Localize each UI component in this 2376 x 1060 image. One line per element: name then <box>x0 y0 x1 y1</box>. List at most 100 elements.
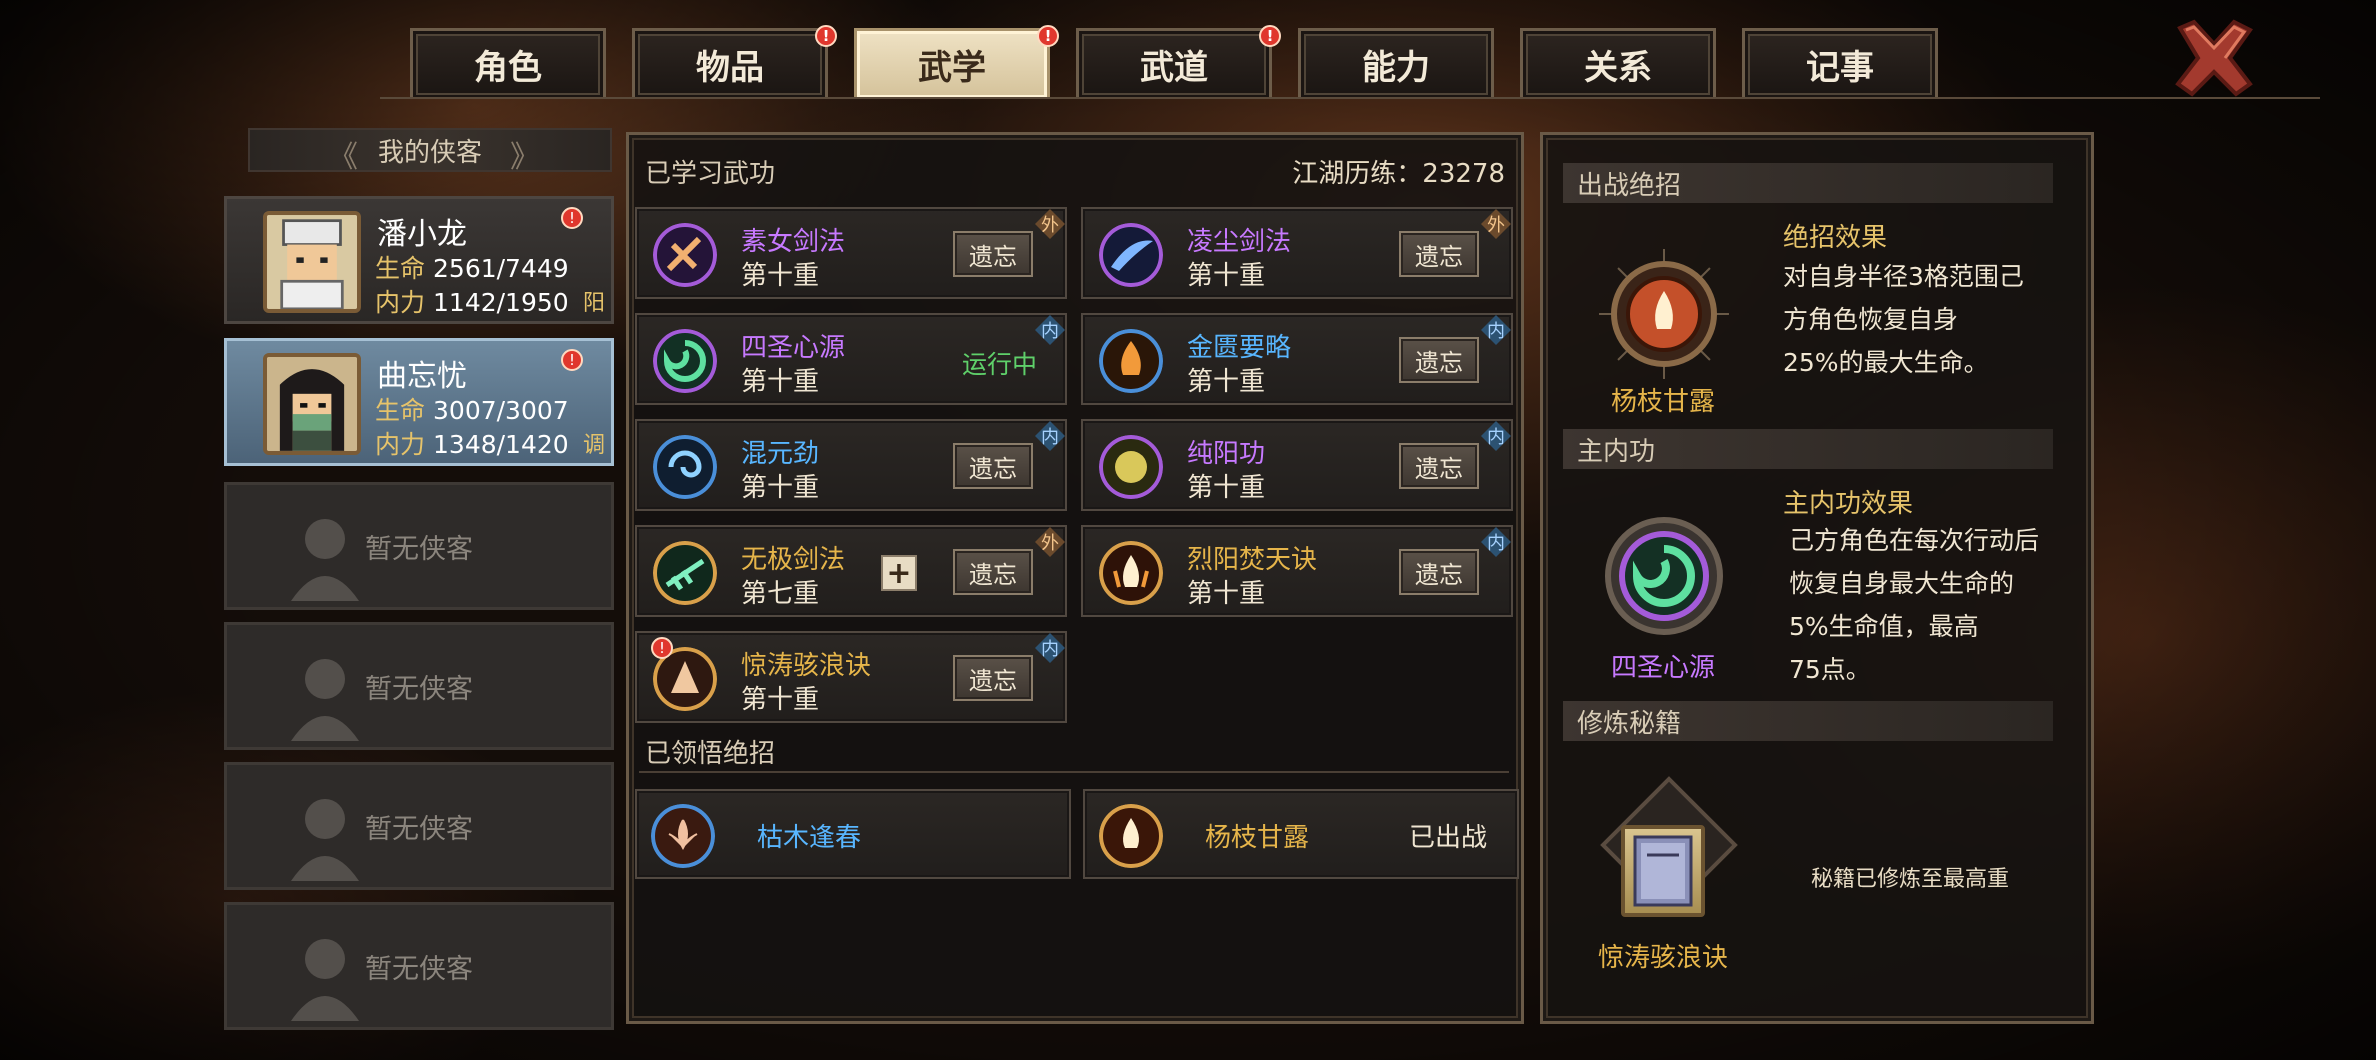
empty-hero-slot[interactable]: 暂无侠客 <box>224 762 614 890</box>
hero-mp: 内力 1142/1950 <box>375 288 569 317</box>
empty-label: 暂无侠客 <box>365 533 473 565</box>
forget-button[interactable]: 遗忘 <box>953 655 1033 701</box>
skill-name: 素女剑法 <box>741 227 846 257</box>
skill-card[interactable]: 烈阳焚天诀 第十重 遗忘 内 <box>1081 525 1513 617</box>
hero-card-2[interactable]: 曲忘忧 ! 生命 3007/3007 内力 1348/1420 调 <box>224 338 614 466</box>
forget-button[interactable]: 遗忘 <box>1399 231 1479 277</box>
skill-type-badge: 内 <box>1035 633 1065 663</box>
tab-journal[interactable]: 记事 <box>1742 28 1938 98</box>
sword-skill-icon <box>1099 223 1163 287</box>
tab-label: 武学 <box>918 48 986 88</box>
skill-level: 第十重 <box>741 261 820 291</box>
skill-level: 第十重 <box>1187 473 1266 503</box>
empty-hero-slot[interactable]: 暂无侠客 <box>224 482 614 610</box>
main-inner-skill-section-title: 主内功 <box>1563 429 2053 469</box>
empty-label: 暂无侠客 <box>365 813 473 845</box>
active-ultimate-medal-icon[interactable] <box>1599 249 1729 379</box>
tab-label: 武道 <box>1140 48 1208 88</box>
tab-label: 关系 <box>1584 48 1652 88</box>
hero-tag: 阳 <box>582 291 605 316</box>
silhouette-icon <box>291 939 359 1021</box>
tab-martial-arts[interactable]: 武学! <box>854 25 1059 98</box>
skill-level: 第十重 <box>741 367 820 397</box>
hero-name: 潘小龙 <box>377 217 467 252</box>
tab-wudao[interactable]: 武道! <box>1076 25 1281 98</box>
forget-button[interactable]: 遗忘 <box>953 549 1033 595</box>
chevron-right-icon[interactable]: 》 <box>510 132 540 176</box>
skill-card[interactable]: 纯阳功 第十重 遗忘 内 <box>1081 419 1513 511</box>
tab-items[interactable]: 物品! <box>632 25 837 98</box>
skill-name: 纯阳功 <box>1187 439 1266 469</box>
panel-title: 已学习武功 <box>645 159 776 189</box>
ultimate-card[interactable]: 枯木逢春 <box>635 789 1071 879</box>
silhouette-icon <box>291 799 359 881</box>
inner-skill-medal-icon[interactable] <box>1599 511 1729 641</box>
skill-card[interactable]: 素女剑法 第十重 遗忘 外 <box>635 207 1067 299</box>
inner-skill-name: 四圣心源 <box>1610 653 1715 683</box>
skill-type-badge: 外 <box>1035 209 1065 239</box>
hero-hp: 生命 2561/7449 <box>375 254 569 283</box>
empty-hero-slot[interactable]: 暂无侠客 <box>224 902 614 1030</box>
skill-type-badge: 内 <box>1035 421 1065 451</box>
ultimate-card[interactable]: 杨枝甘露 已出战 <box>1083 789 1519 879</box>
hero-portrait <box>263 353 361 455</box>
skill-type-badge: 内 <box>1481 527 1511 557</box>
alert-badge: ! <box>561 349 583 371</box>
forget-button[interactable]: 遗忘 <box>1399 337 1479 383</box>
header-label: 我的侠客 <box>377 137 482 168</box>
lotus-ultimate-icon <box>651 804 715 868</box>
skill-card[interactable]: 无极剑法 第七重 + 遗忘 外 <box>635 525 1067 617</box>
skill-name: 烈阳焚天诀 <box>1187 545 1318 575</box>
forget-button[interactable]: 遗忘 <box>1399 443 1479 489</box>
tab-divider <box>380 97 2320 99</box>
my-heroes-header: 《 我的侠客 》 <box>248 128 612 175</box>
forget-button[interactable]: 遗忘 <box>1399 549 1479 595</box>
skill-type-badge: 外 <box>1481 209 1511 239</box>
tab-label: 记事 <box>1806 48 1874 88</box>
hero-mp: 内力 1348/1420 <box>375 430 569 459</box>
section-divider <box>639 771 1509 773</box>
silhouette-icon <box>291 659 359 741</box>
flame-skill-icon <box>1099 541 1163 605</box>
skill-card[interactable]: ! 惊涛骇浪诀 第十重 遗忘 内 <box>635 631 1067 723</box>
tab-label: 物品 <box>696 48 764 88</box>
skill-level: 第七重 <box>741 579 820 609</box>
hero-card-1[interactable]: 潘小龙 ! 生命 2561/7449 内力 1142/1950 阳 <box>224 196 614 324</box>
tab-abilities[interactable]: 能力 <box>1298 28 1494 98</box>
tab-character[interactable]: 角色 <box>410 28 606 98</box>
ultimate-effect-title: 绝招效果 <box>1783 223 1888 253</box>
alert-badge: ! <box>651 637 673 659</box>
hero-hp: 生命 3007/3007 <box>375 396 569 425</box>
tab-relations[interactable]: 关系 <box>1520 28 1716 98</box>
close-icon[interactable] <box>2172 18 2256 98</box>
active-ultimate-section-title: 出战绝招 <box>1563 163 2053 203</box>
experience-value: 江湖历练：23278 <box>1292 159 1505 189</box>
hero-tag: 调 <box>582 433 605 458</box>
skill-level: 第十重 <box>1187 579 1266 609</box>
upgrade-button[interactable]: + <box>881 555 917 591</box>
book-icon[interactable] <box>1621 825 1705 917</box>
alert-badge: ! <box>815 25 837 47</box>
inner-effect-description: 己方角色在每次行动后 恢复自身最大生命的 5%生命值，最高 75点。 <box>1789 526 2040 684</box>
skill-level: 第十重 <box>1187 367 1266 397</box>
sun-skill-icon <box>1099 435 1163 499</box>
chevron-left-icon[interactable]: 《 <box>328 132 358 176</box>
hero-portrait <box>263 211 361 313</box>
ultimate-status: 已出战 <box>1408 823 1487 853</box>
alert-badge: ! <box>561 207 583 229</box>
ultimate-name: 杨枝甘露 <box>1205 823 1310 853</box>
skill-card[interactable]: 四圣心源 第十重 运行中 内 <box>635 313 1067 405</box>
skill-level: 第十重 <box>741 685 820 715</box>
learned-skills-panel: 已学习武功 江湖历练：23278 素女剑法 第十重 遗忘 外 凌尘剑法 第十重 … <box>626 132 1524 1024</box>
skill-card[interactable]: 凌尘剑法 第十重 遗忘 外 <box>1081 207 1513 299</box>
skill-card[interactable]: 混元劲 第十重 遗忘 内 <box>635 419 1067 511</box>
alert-badge: ! <box>1259 25 1281 47</box>
forget-button[interactable]: 遗忘 <box>953 231 1033 277</box>
skill-level: 第十重 <box>1187 261 1266 291</box>
forget-button[interactable]: 遗忘 <box>953 443 1033 489</box>
skill-card[interactable]: 金匮要略 第十重 遗忘 内 <box>1081 313 1513 405</box>
active-ultimate-name: 杨枝甘露 <box>1610 387 1715 417</box>
skill-name: 金匮要略 <box>1187 333 1292 363</box>
skill-name: 凌尘剑法 <box>1187 227 1292 257</box>
empty-hero-slot[interactable]: 暂无侠客 <box>224 622 614 750</box>
